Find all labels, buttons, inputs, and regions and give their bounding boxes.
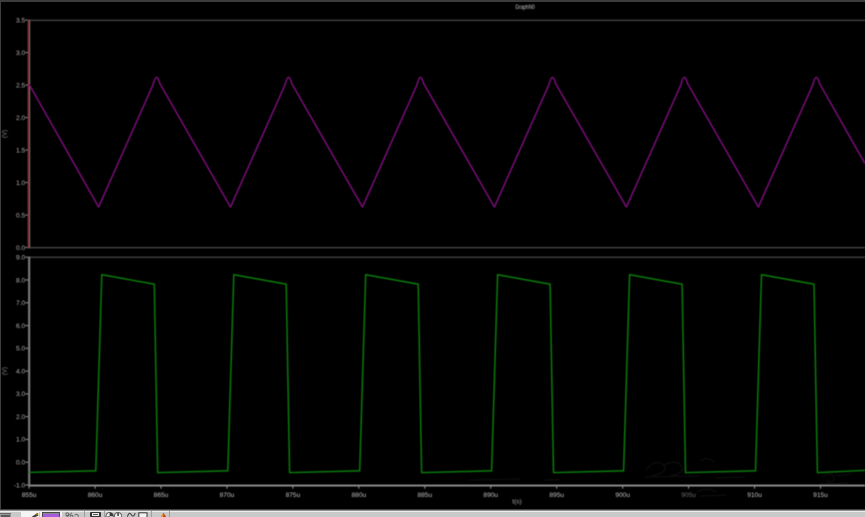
svg-text:890u: 890u <box>483 492 498 499</box>
svg-text:t(s): t(s) <box>512 498 522 505</box>
svg-text:0.0: 0.0 <box>16 460 25 467</box>
svg-text:-1.0: -1.0 <box>14 482 26 489</box>
svg-text:5.0: 5.0 <box>16 346 25 353</box>
svg-text:3.5: 3.5 <box>16 17 25 24</box>
svg-text:7.0: 7.0 <box>16 300 25 307</box>
svg-text:0.0: 0.0 <box>16 245 25 252</box>
svg-text:4.0: 4.0 <box>16 368 25 375</box>
svg-text:1.5: 1.5 <box>16 147 25 154</box>
svg-text:2.5: 2.5 <box>16 82 25 89</box>
svg-text:1.0: 1.0 <box>16 437 25 444</box>
svg-text:905u: 905u <box>681 492 696 499</box>
svg-text:870u: 870u <box>220 492 235 499</box>
svg-text:3.0: 3.0 <box>16 391 25 398</box>
svg-text:860u: 860u <box>88 492 103 499</box>
svg-text:855u: 855u <box>22 492 37 499</box>
svg-text:895u: 895u <box>549 492 564 499</box>
svg-text:875u: 875u <box>286 492 301 499</box>
svg-text:GraphN0: GraphN0 <box>515 4 535 11</box>
svg-text:6.0: 6.0 <box>16 323 25 330</box>
svg-text:8.0: 8.0 <box>16 277 25 284</box>
svg-text:0.5: 0.5 <box>16 212 25 219</box>
svg-text:(V): (V) <box>2 130 9 138</box>
svg-text:2.0: 2.0 <box>16 414 25 421</box>
svg-text:915u: 915u <box>813 492 828 499</box>
svg-text:910u: 910u <box>747 492 762 499</box>
svg-text:9.0: 9.0 <box>16 255 25 262</box>
svg-text:880u: 880u <box>352 492 367 499</box>
svg-text:865u: 865u <box>154 492 169 499</box>
svg-text:885u: 885u <box>417 492 432 499</box>
svg-text:3.0: 3.0 <box>16 50 25 57</box>
svg-text:900u: 900u <box>615 492 630 499</box>
svg-text:(V): (V) <box>2 367 9 375</box>
svg-text:1.0: 1.0 <box>16 180 25 187</box>
svg-text:2.0: 2.0 <box>16 115 25 122</box>
